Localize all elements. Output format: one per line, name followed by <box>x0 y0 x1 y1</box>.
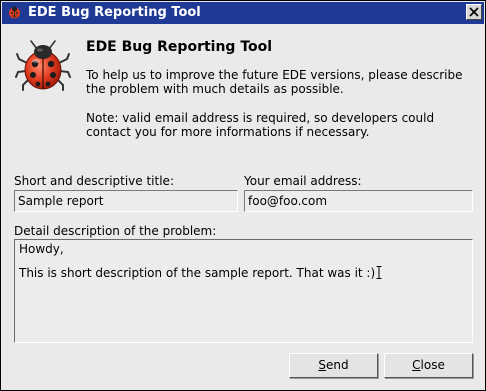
intro-text: To help us to improve the future EDE ver… <box>86 68 463 96</box>
description-label: Detail description of the problem: <box>14 224 217 238</box>
email-input[interactable] <box>244 190 473 212</box>
window-title: EDE Bug Reporting Tool <box>28 5 201 20</box>
send-button[interactable]: Send <box>289 353 378 378</box>
description-textarea[interactable]: Howdy, This is short description of the … <box>14 239 473 343</box>
description-line: This is short description of the sample … <box>19 266 376 280</box>
close-mnemonic: C <box>412 358 421 372</box>
send-label: end <box>326 358 349 372</box>
dialog-heading: EDE Bug Reporting Tool <box>86 39 273 55</box>
note-text: Note: valid email address is required, s… <box>86 111 435 139</box>
description-line-with-cursor: This is short description of the sample … <box>19 266 468 280</box>
close-button[interactable]: Close <box>384 353 473 378</box>
close-label: lose <box>420 358 445 372</box>
close-icon <box>469 7 479 17</box>
title-input[interactable] <box>14 190 238 212</box>
send-mnemonic: S <box>318 358 326 372</box>
ladybug-logo <box>15 40 71 91</box>
email-label: Your email address: <box>244 174 362 188</box>
ladybug-icon <box>9 6 20 19</box>
close-window-button[interactable] <box>466 4 482 20</box>
titlebar[interactable]: EDE Bug Reporting Tool <box>2 2 484 24</box>
description-line <box>19 256 468 266</box>
bug-report-window: EDE Bug Reporting Tool EDE Bug Reporting… <box>0 0 486 391</box>
text-cursor-icon <box>376 266 382 279</box>
title-label: Short and descriptive title: <box>14 174 174 188</box>
description-line: Howdy, <box>19 242 64 256</box>
